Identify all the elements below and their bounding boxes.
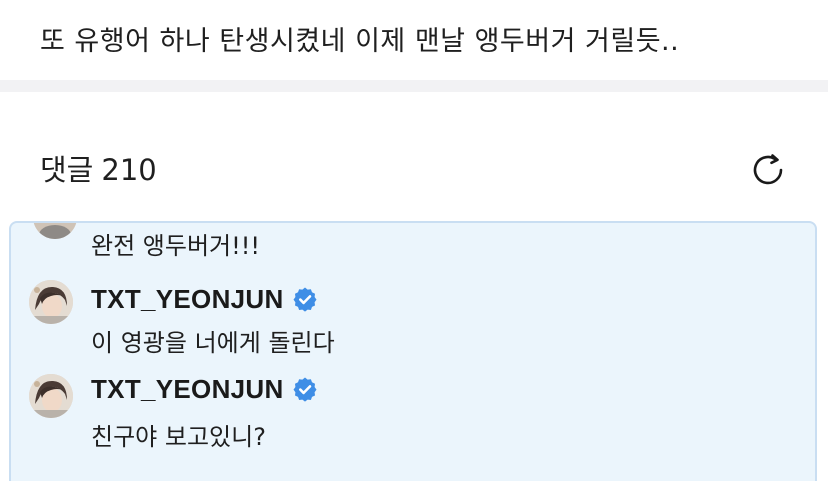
- avatar[interactable]: [29, 374, 73, 418]
- avatar[interactable]: [29, 280, 73, 324]
- reply-text: 완전 앵두버거!!!: [91, 232, 260, 260]
- username[interactable]: TXT_YEONJUN: [91, 374, 284, 405]
- comments-title: 댓글 210: [40, 148, 157, 192]
- refresh-icon: [753, 154, 783, 185]
- reply-username-row: TXT_YEONJUN: [91, 371, 318, 407]
- section-divider: [0, 80, 828, 92]
- comments-label: 댓글: [40, 153, 94, 187]
- username[interactable]: TXT_YEONJUN: [91, 284, 284, 315]
- avatar-image: [29, 280, 73, 324]
- reply-thread-panel: 완전 앵두버거!!! TXT_YEONJUN 이 영광을 너에게 돌린다 TXT…: [9, 221, 817, 481]
- avatar[interactable]: [33, 223, 77, 239]
- verified-badge-icon: [293, 377, 317, 402]
- post-text: 또 유행어 하나 탄생시켰네 이제 맨날 앵두버거 거릴듯..: [40, 26, 680, 57]
- avatar-image: [29, 374, 73, 418]
- avatar-image: [33, 223, 77, 239]
- comments-header: 댓글 210: [40, 148, 788, 192]
- refresh-button[interactable]: [748, 150, 788, 190]
- comments-count: 210: [101, 153, 157, 187]
- reply-text: 친구야 보고있니?: [91, 423, 266, 451]
- verified-badge-icon: [293, 287, 317, 312]
- reply-text: 이 영광을 너에게 돌린다: [91, 329, 335, 357]
- reply-username-row: TXT_YEONJUN: [91, 281, 318, 317]
